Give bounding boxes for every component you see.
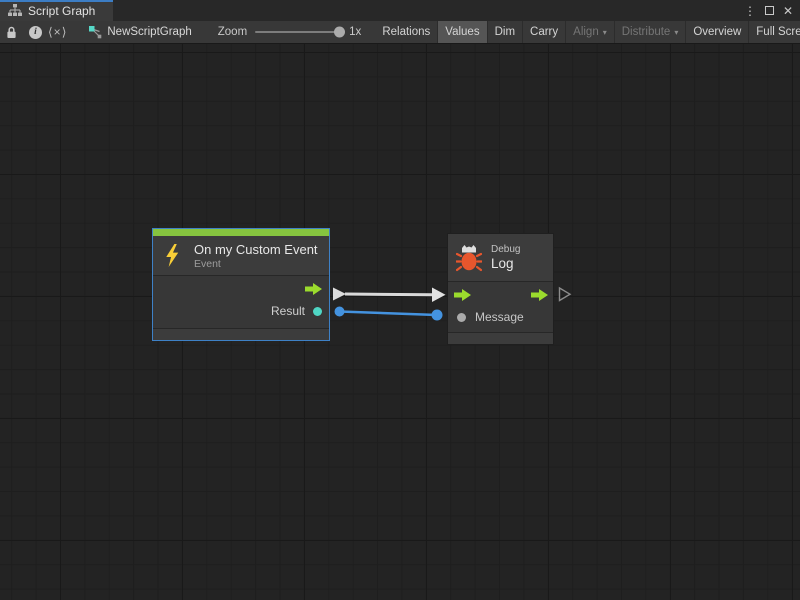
graph-canvas[interactable]: On my Custom Event Event Result bbox=[0, 44, 800, 600]
tab-script-graph[interactable]: Script Graph bbox=[0, 0, 113, 21]
close-icon[interactable]: ✕ bbox=[783, 5, 793, 17]
menu-distribute-label: Distribute bbox=[622, 26, 671, 38]
lightning-event-icon bbox=[163, 244, 181, 267]
event-color-bar bbox=[153, 229, 329, 236]
zoom-value: 1x bbox=[349, 26, 361, 38]
node-header: On my Custom Event Event bbox=[153, 236, 329, 275]
zoom-label: Zoom bbox=[218, 26, 247, 38]
tab-title: Script Graph bbox=[28, 4, 95, 18]
value-connection-line bbox=[340, 312, 438, 316]
connection-layer bbox=[0, 44, 800, 600]
script-graph-window: Script Graph ⋮ ✕ i ⟨×⟩ bbox=[0, 0, 800, 600]
node-body: Result bbox=[153, 276, 329, 328]
unconnected-control-output-arrow[interactable] bbox=[560, 288, 571, 301]
toggle-dim[interactable]: Dim bbox=[488, 21, 522, 43]
node-surtitle: Debug bbox=[491, 244, 520, 255]
active-tab-indicator bbox=[0, 0, 113, 2]
node-on-my-custom-event[interactable]: On my Custom Event Event Result bbox=[152, 228, 330, 341]
value-connection-end-dot[interactable] bbox=[432, 310, 443, 321]
overview-button[interactable]: Overview bbox=[686, 21, 748, 43]
menu-distribute[interactable]: Distribute ▾ bbox=[615, 21, 686, 43]
result-port-label: Result bbox=[271, 304, 305, 318]
control-output-arrow[interactable] bbox=[333, 288, 346, 301]
more-options-icon[interactable]: ⋮ bbox=[744, 5, 756, 17]
chevron-down-icon: ▾ bbox=[603, 28, 607, 37]
toggle-relations[interactable]: Relations bbox=[375, 21, 437, 43]
menu-align[interactable]: Align ▾ bbox=[566, 21, 614, 43]
graph-toolbar: i ⟨×⟩ NewScriptGraph Zoom 1x Relations V bbox=[0, 21, 800, 44]
menu-align-label: Align bbox=[573, 26, 599, 38]
node-title: Log bbox=[491, 256, 520, 271]
toggle-carry[interactable]: Carry bbox=[523, 21, 565, 43]
info-button[interactable]: i bbox=[23, 21, 48, 43]
control-input-arrow[interactable] bbox=[432, 288, 446, 303]
script-graph-asset-icon bbox=[89, 26, 102, 39]
window-controls: ⋮ ✕ bbox=[744, 0, 800, 21]
zoom-slider[interactable] bbox=[255, 31, 341, 33]
maximize-icon[interactable] bbox=[765, 6, 774, 15]
node-subtitle: Event bbox=[194, 258, 318, 270]
graph-asset-selector[interactable]: NewScriptGraph bbox=[89, 21, 191, 43]
tab-bar: Script Graph ⋮ ✕ bbox=[0, 0, 800, 21]
node-debug-log[interactable]: Debug Log Message bbox=[447, 233, 554, 345]
control-connection-line bbox=[345, 294, 432, 295]
graph-hierarchy-icon bbox=[8, 4, 22, 17]
message-port-label: Message bbox=[475, 310, 524, 324]
node-footer bbox=[153, 329, 329, 340]
info-icon: i bbox=[29, 26, 42, 39]
graph-asset-name: NewScriptGraph bbox=[107, 26, 191, 38]
bug-debug-icon bbox=[456, 243, 482, 273]
value-connection-start-dot[interactable] bbox=[335, 307, 345, 317]
view-toggle-group: Relations Values Dim Carry Align ▾ Distr… bbox=[375, 21, 800, 43]
lock-icon bbox=[6, 26, 17, 39]
node-title: On my Custom Event bbox=[194, 242, 318, 257]
code-brackets-icon: ⟨×⟩ bbox=[48, 25, 67, 39]
message-input-port[interactable] bbox=[457, 313, 466, 322]
control-input-port[interactable] bbox=[454, 289, 471, 301]
control-output-port[interactable] bbox=[305, 283, 322, 295]
toggle-values[interactable]: Values bbox=[438, 21, 486, 43]
code-preview-button[interactable]: ⟨×⟩ bbox=[48, 21, 67, 43]
node-header: Debug Log bbox=[448, 234, 553, 281]
chevron-down-icon: ▾ bbox=[674, 28, 678, 37]
node-footer bbox=[448, 333, 553, 344]
control-output-port[interactable] bbox=[531, 289, 548, 301]
result-output-port[interactable] bbox=[313, 307, 322, 316]
lock-button[interactable] bbox=[0, 21, 23, 43]
zoom-control: Zoom 1x bbox=[218, 21, 362, 43]
zoom-slider-handle[interactable] bbox=[334, 27, 345, 38]
node-body: Message bbox=[448, 282, 553, 332]
full-screen-button[interactable]: Full Screen bbox=[749, 21, 800, 43]
